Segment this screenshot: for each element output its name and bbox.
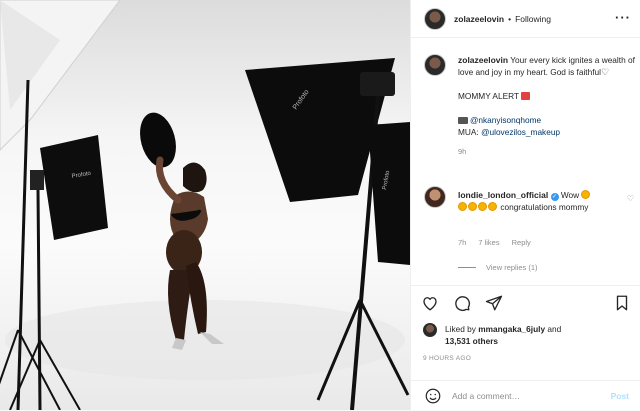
liked-by: Liked by mmangaka_6july and 13,531 other…: [423, 323, 561, 347]
post-photo[interactable]: Profoto Profoto Profoto: [0, 0, 410, 410]
heart-eyes-emoji-icon: [581, 190, 591, 199]
commenter-avatar[interactable]: [424, 186, 446, 208]
mua-link[interactable]: @ulovezilos_makeup: [481, 127, 560, 137]
siren-emoji-icon: [521, 92, 531, 100]
comment-body: londie_london_official ✓ Wow congratulat…: [458, 189, 628, 213]
post-actions: Liked by mmangaka_6july and 13,531 other…: [411, 285, 640, 410]
comment-time[interactable]: 7h: [458, 238, 466, 247]
liker-username[interactable]: mmangaka_6july: [478, 324, 545, 334]
following-button[interactable]: Following: [515, 14, 551, 24]
comment-text-start: Wow: [560, 190, 580, 200]
comment-like-heart-icon[interactable]: ♡: [627, 194, 634, 203]
action-icons: [421, 294, 503, 312]
heart-eyes-emoji-icon: [478, 202, 487, 211]
add-comment-bar: Post: [411, 380, 640, 411]
comment-text-end: congratulations mommy: [500, 202, 589, 212]
emoji-picker-icon[interactable]: [424, 387, 442, 405]
view-replies-button[interactable]: View replies (1): [458, 263, 538, 272]
verified-badge-icon: ✓: [550, 193, 559, 201]
view-replies-label: View replies (1): [486, 263, 538, 272]
comment-reply-button[interactable]: Reply: [512, 238, 531, 247]
comments-section: zolazeelovin Your every kick ignites a w…: [411, 38, 640, 285]
add-comment-input[interactable]: [452, 391, 602, 401]
mua-label: MUA:: [458, 127, 479, 137]
author-avatar[interactable]: [424, 7, 446, 30]
post-sidebar: zolazeelovin • Following ··· zolazeelovi…: [410, 0, 640, 410]
author-username[interactable]: zolazeelovin: [454, 14, 504, 24]
header-separator: •: [508, 13, 512, 24]
caption-avatar[interactable]: [424, 54, 446, 76]
heart-icon[interactable]: [421, 294, 439, 312]
replies-divider: [458, 267, 476, 268]
heart-emoji-icon: ♡: [600, 67, 610, 77]
others-count[interactable]: 13,531 others: [445, 336, 498, 346]
smile-emoji-icon: [488, 202, 497, 211]
comment-icon[interactable]: [453, 294, 471, 312]
commenter-username[interactable]: londie_london_official: [458, 190, 548, 200]
photographer-link[interactable]: @nkanyisonqhome: [470, 115, 541, 125]
post-comment-button[interactable]: Post: [611, 391, 629, 401]
caption-username[interactable]: zolazeelovin: [458, 55, 508, 65]
liker-avatar[interactable]: [423, 323, 437, 337]
caption-time[interactable]: 9h: [458, 146, 636, 158]
comment-meta: 7h 7 likes Reply: [458, 238, 531, 247]
comment-likes[interactable]: 7 likes: [478, 238, 499, 247]
posted-time[interactable]: 9 HOURS AGO: [423, 355, 471, 362]
mommy-alert-text: MOMMY ALERT: [458, 91, 519, 101]
heart-eyes-emoji-icon: [468, 202, 477, 211]
camera-emoji-icon: [458, 117, 468, 124]
bookmark-icon[interactable]: [613, 294, 631, 312]
share-icon[interactable]: [485, 294, 503, 312]
liked-by-text: Liked by mmangaka_6july and 13,531 other…: [445, 323, 561, 347]
liked-by-prefix: Liked by: [445, 324, 476, 334]
post-header: zolazeelovin • Following ···: [411, 0, 640, 38]
post-dialog: Profoto Profoto Profoto zolazeelovin • F…: [0, 0, 640, 410]
caption-body: zolazeelovin Your every kick ignites a w…: [458, 54, 636, 158]
photo-scene: Profoto Profoto Profoto: [0, 0, 410, 410]
more-horizontal-icon[interactable]: ···: [615, 10, 631, 25]
heart-eyes-emoji-icon: [458, 202, 467, 211]
liked-by-and: and: [547, 324, 562, 334]
